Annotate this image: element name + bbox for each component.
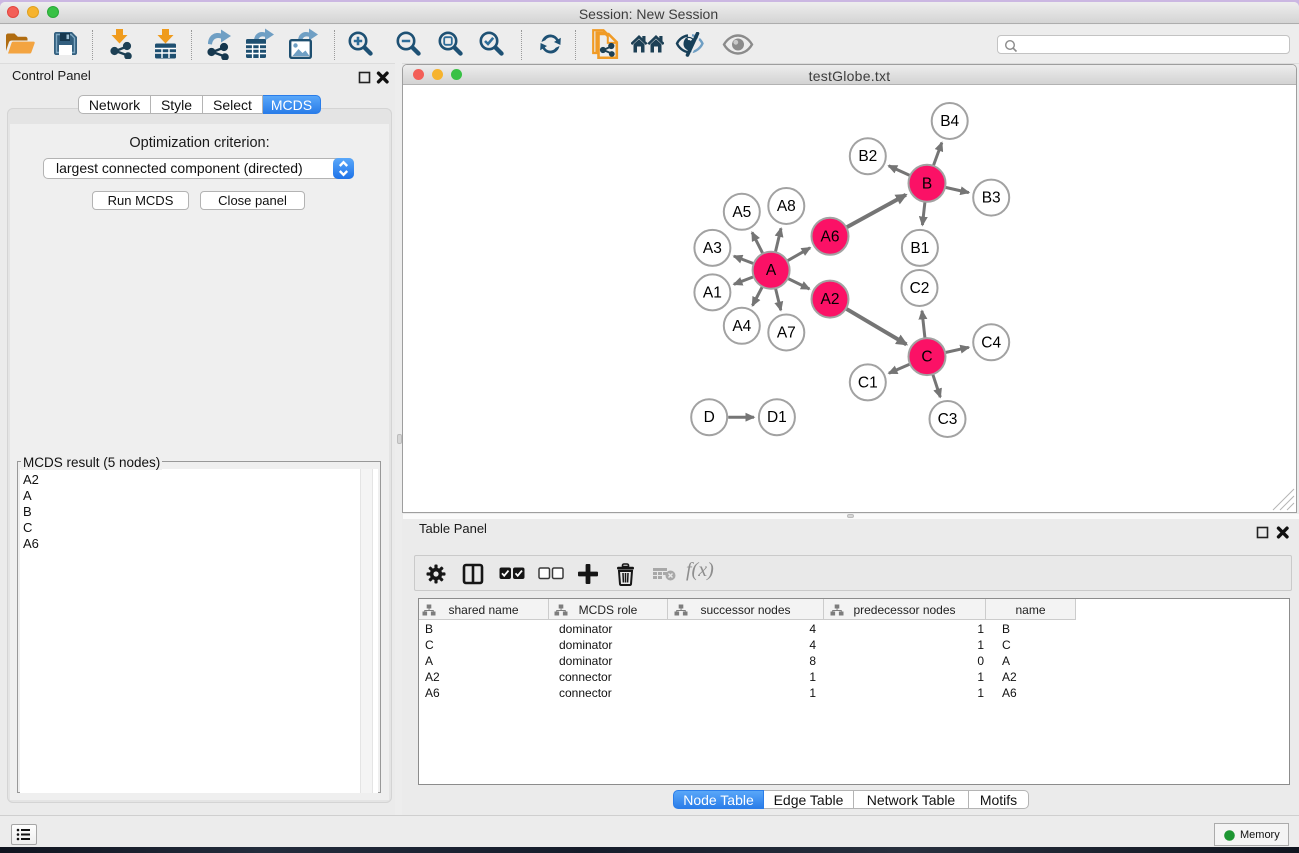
svg-text:B: B xyxy=(922,175,932,192)
svg-text:C2: C2 xyxy=(910,280,930,297)
svg-text:A4: A4 xyxy=(732,318,751,335)
svg-text:C4: C4 xyxy=(981,334,1001,351)
svg-text:B3: B3 xyxy=(982,190,1001,207)
svg-text:C: C xyxy=(921,349,932,366)
svg-text:C1: C1 xyxy=(858,374,878,391)
svg-text:A: A xyxy=(766,262,777,279)
svg-text:A5: A5 xyxy=(732,204,751,221)
svg-text:B1: B1 xyxy=(910,240,929,257)
svg-text:A1: A1 xyxy=(703,284,722,301)
svg-text:B4: B4 xyxy=(940,113,959,130)
svg-text:A3: A3 xyxy=(703,240,722,257)
svg-text:C3: C3 xyxy=(938,411,958,428)
svg-text:A7: A7 xyxy=(777,325,796,342)
svg-text:A2: A2 xyxy=(821,291,840,308)
svg-text:B2: B2 xyxy=(858,148,877,165)
svg-text:A8: A8 xyxy=(777,198,796,215)
svg-text:A6: A6 xyxy=(821,228,840,245)
svg-text:D: D xyxy=(704,409,715,426)
svg-text:D1: D1 xyxy=(767,409,787,426)
